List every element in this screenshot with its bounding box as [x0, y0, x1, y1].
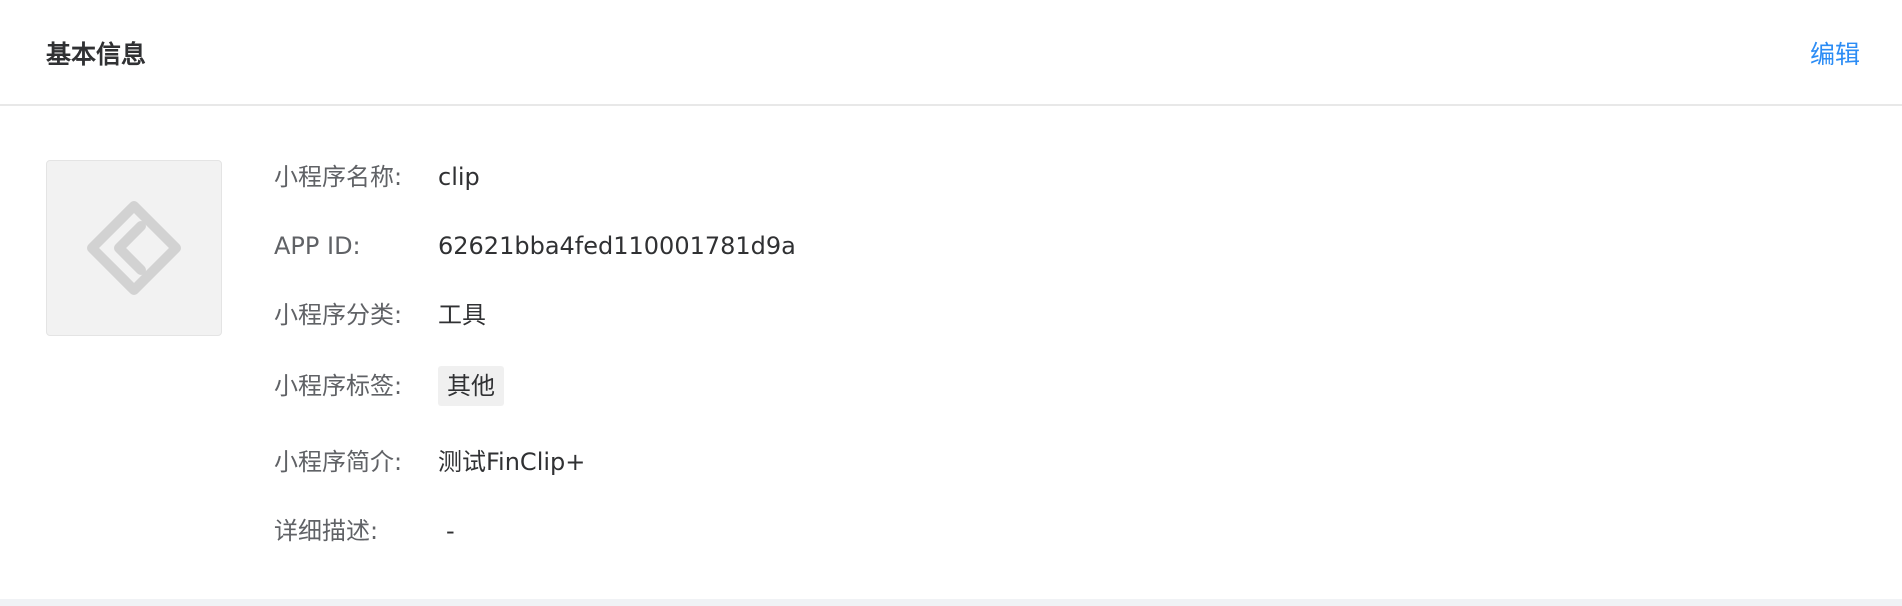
- diamond-code-icon: [87, 201, 181, 295]
- card-header: 基本信息 编辑: [0, 0, 1902, 106]
- app-id-label: APP ID:: [274, 232, 361, 260]
- edit-button[interactable]: 编辑: [1810, 38, 1860, 72]
- basic-info-card: 基本信息 编辑 小程序名称: clip APP ID: 62621bba4fed…: [0, 0, 1902, 599]
- category-value: 工具: [438, 301, 486, 329]
- app-id-value: 62621bba4fed110001781d9a: [438, 232, 796, 260]
- intro-value: 测试FinClip+: [438, 448, 586, 476]
- name-label: 小程序名称:: [274, 163, 403, 191]
- intro-label: 小程序简介:: [274, 448, 403, 476]
- app-logo-placeholder: [46, 160, 222, 336]
- category-label: 小程序分类:: [274, 301, 403, 329]
- tags-value: 其他: [438, 366, 504, 406]
- card-title: 基本信息: [46, 40, 147, 69]
- tag-badge: 其他: [438, 366, 504, 406]
- name-value: clip: [438, 163, 480, 191]
- tags-label: 小程序标签:: [274, 372, 403, 400]
- description-value: -: [446, 517, 455, 545]
- description-label: 详细描述:: [274, 517, 379, 545]
